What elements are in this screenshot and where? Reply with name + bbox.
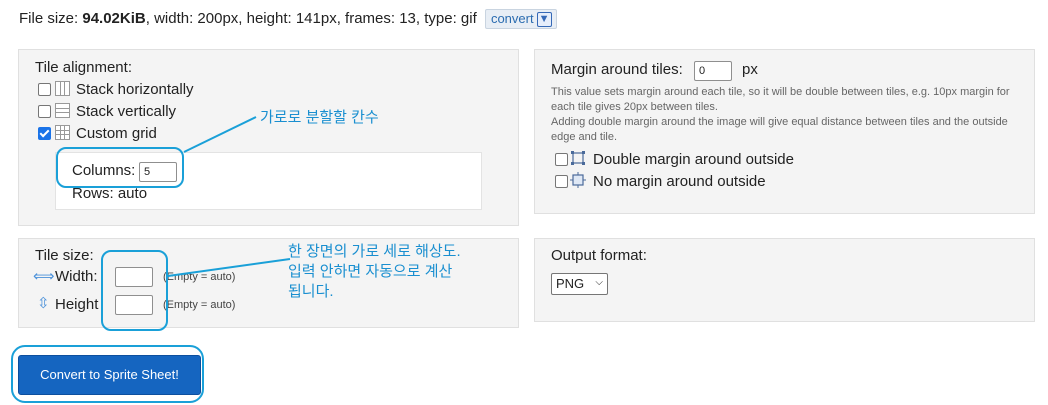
size-annotation-line-1: 한 장면의 가로 세로 해상도.: [288, 243, 461, 260]
size-annotation-line-2: 입력 안하면 자동으로 계산: [288, 263, 453, 280]
convert-button-callout: [11, 345, 204, 403]
size-annotation-line-3: 됩니다.: [288, 283, 334, 300]
tile-size-callout: [101, 250, 168, 331]
columns-annotation: 가로로 분할할 칸수: [260, 109, 379, 126]
